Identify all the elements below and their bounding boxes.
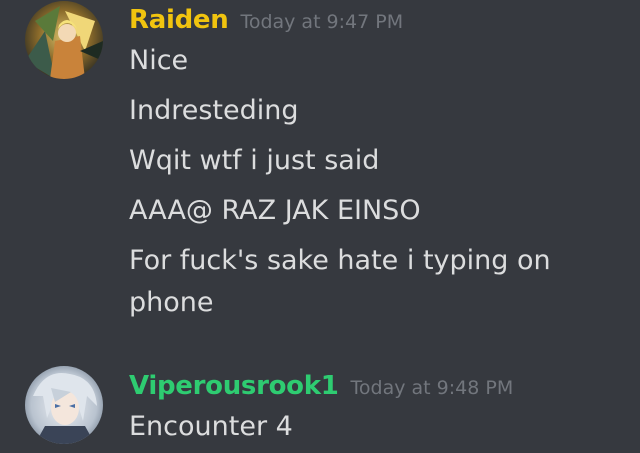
message-text: For fuck's sake hate i typing on	[129, 245, 551, 276]
avatar[interactable]	[25, 366, 103, 444]
message-text: Nice	[129, 45, 189, 76]
message-header: Raiden Today at 9:47 PM	[129, 7, 403, 33]
message-text: Wqit wtf i just said	[129, 145, 380, 176]
username[interactable]: Viperousrook1	[129, 371, 339, 401]
anime-character-avatar-icon	[25, 366, 103, 444]
username[interactable]: Raiden	[129, 5, 229, 35]
timestamp[interactable]: Today at 9:47 PM	[240, 11, 403, 33]
message-header: Viperousrook1 Today at 9:48 PM	[129, 373, 513, 399]
anime-character-avatar-icon	[25, 1, 103, 79]
message-text-continued: phone	[129, 287, 214, 318]
message-text: Encounter 4	[129, 411, 293, 442]
avatar[interactable]	[25, 1, 103, 79]
message-text: AAA@ RAZ JAK EINSO	[129, 195, 421, 226]
timestamp[interactable]: Today at 9:48 PM	[351, 377, 514, 399]
chat-message-list: Raiden Today at 9:47 PM Nice Indresteding…	[0, 0, 640, 453]
message-text: Indresteding	[129, 95, 299, 126]
